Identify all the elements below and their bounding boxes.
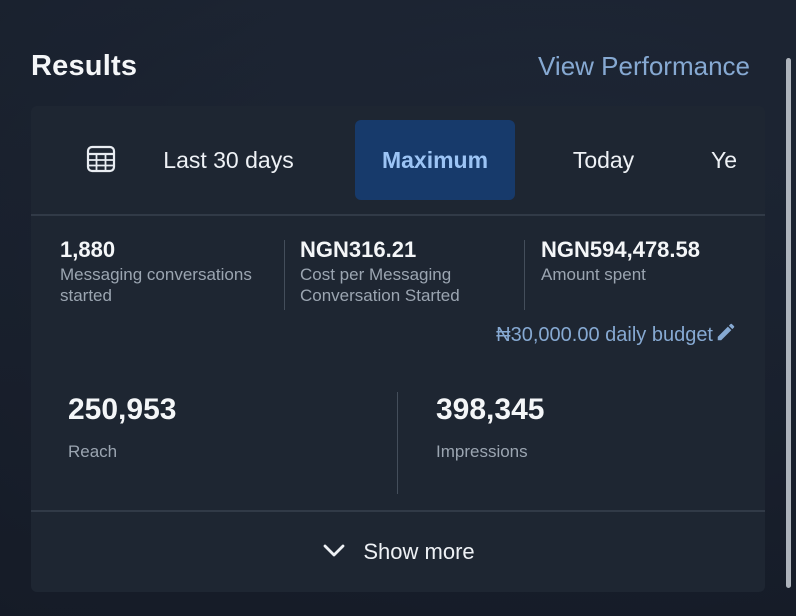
tab-today[interactable]: Today	[546, 120, 661, 200]
stat-label: Impressions	[436, 442, 528, 461]
scrollbar[interactable]	[786, 58, 791, 588]
date-range-tabs: Last 30 days Maximum Today Ye	[31, 106, 765, 216]
tab-yesterday[interactable]: Ye	[711, 120, 765, 200]
divider	[524, 240, 525, 310]
chevron-down-icon	[321, 537, 347, 568]
pencil-icon	[715, 321, 737, 349]
metric-label: Amount spent	[541, 265, 646, 284]
metrics-row: 1,880 Messaging conversations started NG…	[31, 236, 765, 316]
view-performance-link[interactable]: View Performance	[538, 51, 750, 82]
metric-conversations: 1,880 Messaging conversations started	[60, 236, 280, 306]
tab-last-30-days[interactable]: Last 30 days	[146, 120, 311, 200]
metric-value: NGN316.21	[300, 237, 417, 262]
metric-value: 1,880	[60, 237, 116, 262]
metric-amount-spent: NGN594,478.58 Amount spent	[541, 236, 761, 285]
daily-budget-link[interactable]: ₦30,000.00 daily budget	[496, 320, 737, 350]
results-card: Last 30 days Maximum Today Ye 1,880 Mess…	[31, 106, 765, 592]
divider	[284, 240, 285, 310]
tab-maximum[interactable]: Maximum	[355, 120, 515, 200]
results-title: Results	[31, 49, 138, 82]
divider	[397, 392, 398, 494]
metric-value: NGN594,478.58	[541, 237, 700, 262]
show-more-label: Show more	[363, 539, 475, 564]
stat-label: Reach	[68, 442, 118, 461]
stat-impressions: 398,345 Impressions	[436, 392, 544, 462]
metric-label: Messaging conversations started	[60, 265, 252, 305]
big-stats-row: 250,953 Reach 398,345 Impressions	[31, 392, 765, 496]
daily-budget-text: ₦30,000.00 daily budget	[496, 323, 713, 346]
calendar-icon[interactable]	[86, 144, 116, 174]
results-header: Results View Performance	[31, 44, 750, 88]
stat-reach: 250,953 Reach	[68, 392, 176, 462]
metric-cost-per-conversation: NGN316.21 Cost per Messaging Conversatio…	[300, 236, 520, 306]
show-more-button[interactable]: Show more	[31, 510, 765, 592]
stat-value: 250,953	[68, 393, 177, 426]
stat-value: 398,345	[436, 393, 545, 426]
metric-label: Cost per Messaging Conversation Started	[300, 265, 460, 305]
